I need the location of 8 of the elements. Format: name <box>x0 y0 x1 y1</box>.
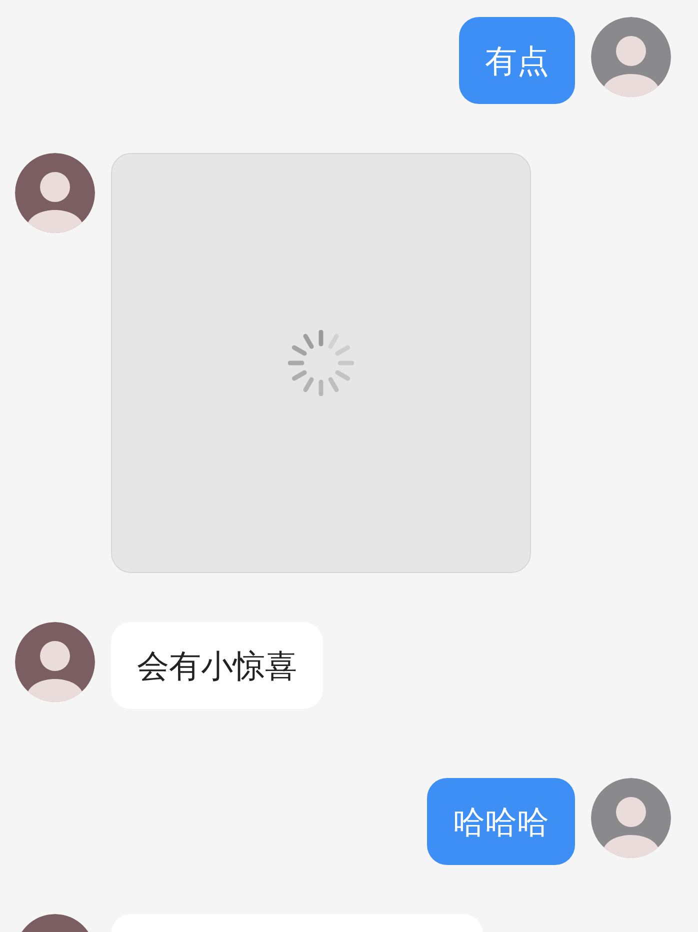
spinner-icon <box>288 330 354 396</box>
message-bubble: 会有小惊喜 <box>111 622 323 709</box>
avatar[interactable] <box>15 622 95 702</box>
message-bubble: 哈哈哈 <box>427 778 575 865</box>
avatar[interactable] <box>591 17 671 97</box>
message-bubble: 有点 <box>459 17 575 104</box>
avatar[interactable] <box>15 153 95 233</box>
avatar[interactable] <box>591 778 671 858</box>
